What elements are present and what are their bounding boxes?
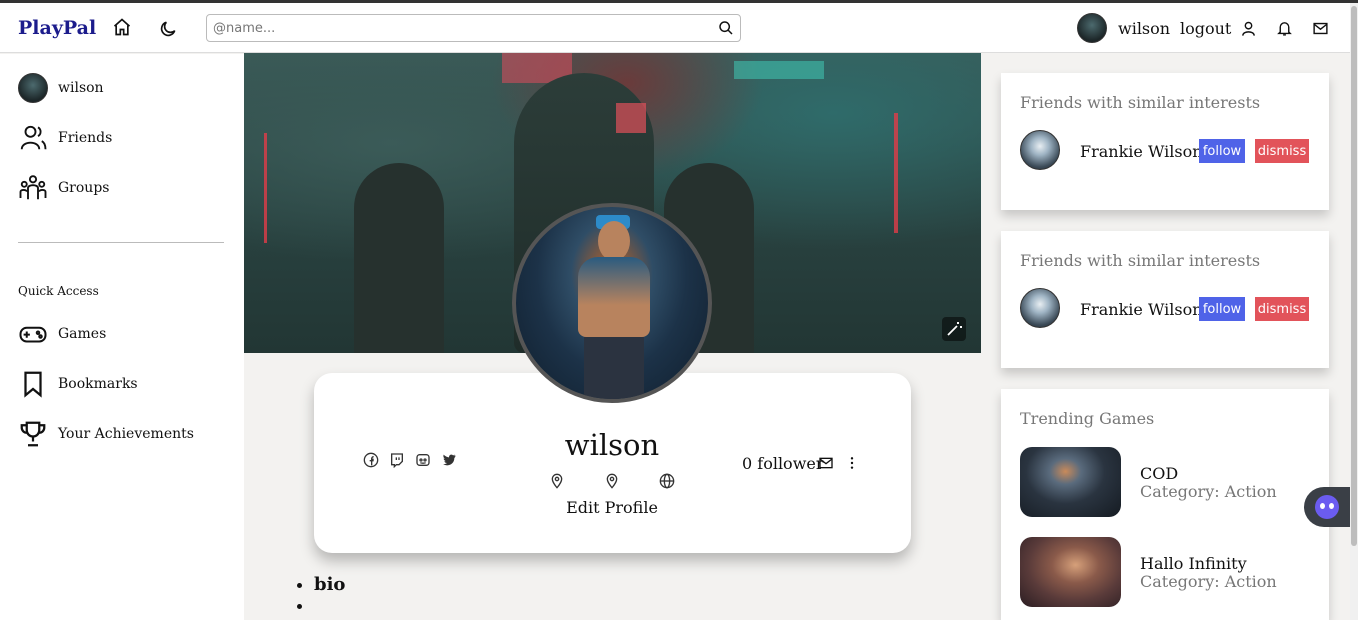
user-icon[interactable] (1240, 20, 1257, 37)
sidebar-divider (18, 242, 224, 243)
friend-name[interactable]: Frankie Wilson (1080, 300, 1203, 319)
quick-access-title: Quick Access (18, 284, 99, 298)
sidebar-item-profile[interactable]: wilson (18, 72, 104, 104)
avatar-face (598, 221, 630, 261)
avatar[interactable] (1020, 288, 1060, 328)
bell-icon[interactable] (1276, 20, 1293, 37)
sidebar-item-label: Games (58, 326, 107, 342)
friends-icon (20, 125, 47, 150)
bookmark-icon (24, 371, 42, 398)
search-box (206, 14, 741, 42)
game-title[interactable]: COD (1140, 464, 1178, 483)
banner-neon-sign (734, 61, 824, 79)
follower-count[interactable]: 0 follower (742, 454, 824, 473)
home-icon[interactable] (112, 17, 132, 37)
bot-icon (1315, 495, 1339, 519)
card-title: Trending Games (1020, 409, 1155, 428)
game-category: Category: Action (1140, 482, 1277, 501)
search-input[interactable] (213, 18, 713, 38)
globe-icon[interactable] (659, 473, 675, 489)
dismiss-button[interactable]: dismiss (1255, 297, 1309, 321)
bio-content (314, 595, 345, 616)
game-category: Category: Action (1140, 572, 1277, 591)
magic-wand-icon (947, 322, 962, 336)
trophy-icon (20, 421, 46, 447)
sidebar-item-games[interactable]: Games (18, 318, 106, 350)
avatar[interactable] (1077, 13, 1107, 43)
dismiss-button[interactable]: dismiss (1255, 139, 1309, 163)
logout-link[interactable]: logout (1180, 19, 1231, 38)
sidebar-item-label: Your Achievements (58, 426, 194, 442)
avatar (18, 73, 48, 103)
nav-username[interactable]: wilson (1118, 19, 1170, 38)
profile-avatar[interactable] (512, 203, 712, 403)
sidebar-item-label: wilson (58, 80, 104, 96)
game-thumbnail[interactable] (1020, 537, 1121, 607)
more-options-icon[interactable] (844, 455, 860, 471)
card-title: Friends with similar interests (1020, 251, 1261, 270)
avatar[interactable] (1020, 130, 1060, 170)
twitch-icon[interactable] (389, 452, 405, 468)
location-icon (606, 473, 618, 489)
bio-section: bio (314, 574, 345, 616)
profile-name: wilson (564, 428, 660, 462)
friend-suggestion-card: Friends with similar interests Frankie W… (1001, 73, 1329, 210)
top-navbar: PlayPal wilson logout (0, 3, 1350, 53)
follow-button[interactable]: follow (1199, 139, 1245, 163)
game-thumbnail[interactable] (1020, 447, 1121, 517)
facebook-icon[interactable] (363, 452, 379, 468)
sidebar-item-friends[interactable]: Friends (18, 122, 112, 154)
page-scrollbar-thumb[interactable] (1351, 6, 1357, 546)
sidebar-item-groups[interactable]: Groups (18, 172, 109, 204)
discord-icon[interactable] (415, 452, 431, 468)
groups-icon (19, 175, 47, 200)
twitter-icon[interactable] (441, 452, 457, 468)
banner-soldier-figure (354, 163, 444, 353)
avatar-legs (584, 337, 644, 399)
mail-icon[interactable] (818, 455, 834, 471)
sidebar-item-label: Friends (58, 130, 113, 146)
sidebar-item-bookmarks[interactable]: Bookmarks (18, 368, 138, 400)
gamepad-icon (19, 326, 47, 343)
sidebar-item-achievements[interactable]: Your Achievements (18, 418, 194, 450)
banner-visor (616, 103, 646, 133)
brand-logo[interactable]: PlayPal (18, 17, 96, 39)
banner-neon-stripe (894, 113, 898, 233)
game-title[interactable]: Hallo Infinity (1140, 554, 1247, 573)
sidebar-item-label: Groups (58, 180, 110, 196)
avatar-torso (578, 257, 650, 337)
friend-suggestion-card: Friends with similar interests Frankie W… (1001, 231, 1329, 368)
left-sidebar: wilson Friends Groups Quick Access Games… (0, 54, 244, 620)
search-icon[interactable] (718, 20, 734, 36)
location-icon (551, 473, 563, 489)
trending-games-card: Trending Games COD Category: Action Hall… (1001, 389, 1329, 620)
card-title: Friends with similar interests (1020, 93, 1261, 112)
mail-icon[interactable] (1312, 20, 1329, 37)
edit-profile-button[interactable]: Edit Profile (512, 498, 712, 517)
bio-label: bio (314, 574, 345, 595)
sidebar-item-label: Bookmarks (58, 376, 138, 392)
friend-name[interactable]: Frankie Wilson (1080, 142, 1203, 161)
edit-banner-button[interactable] (942, 317, 966, 341)
banner-neon-stripe (264, 133, 267, 243)
follow-button[interactable]: follow (1199, 297, 1245, 321)
moon-icon[interactable] (158, 19, 178, 39)
